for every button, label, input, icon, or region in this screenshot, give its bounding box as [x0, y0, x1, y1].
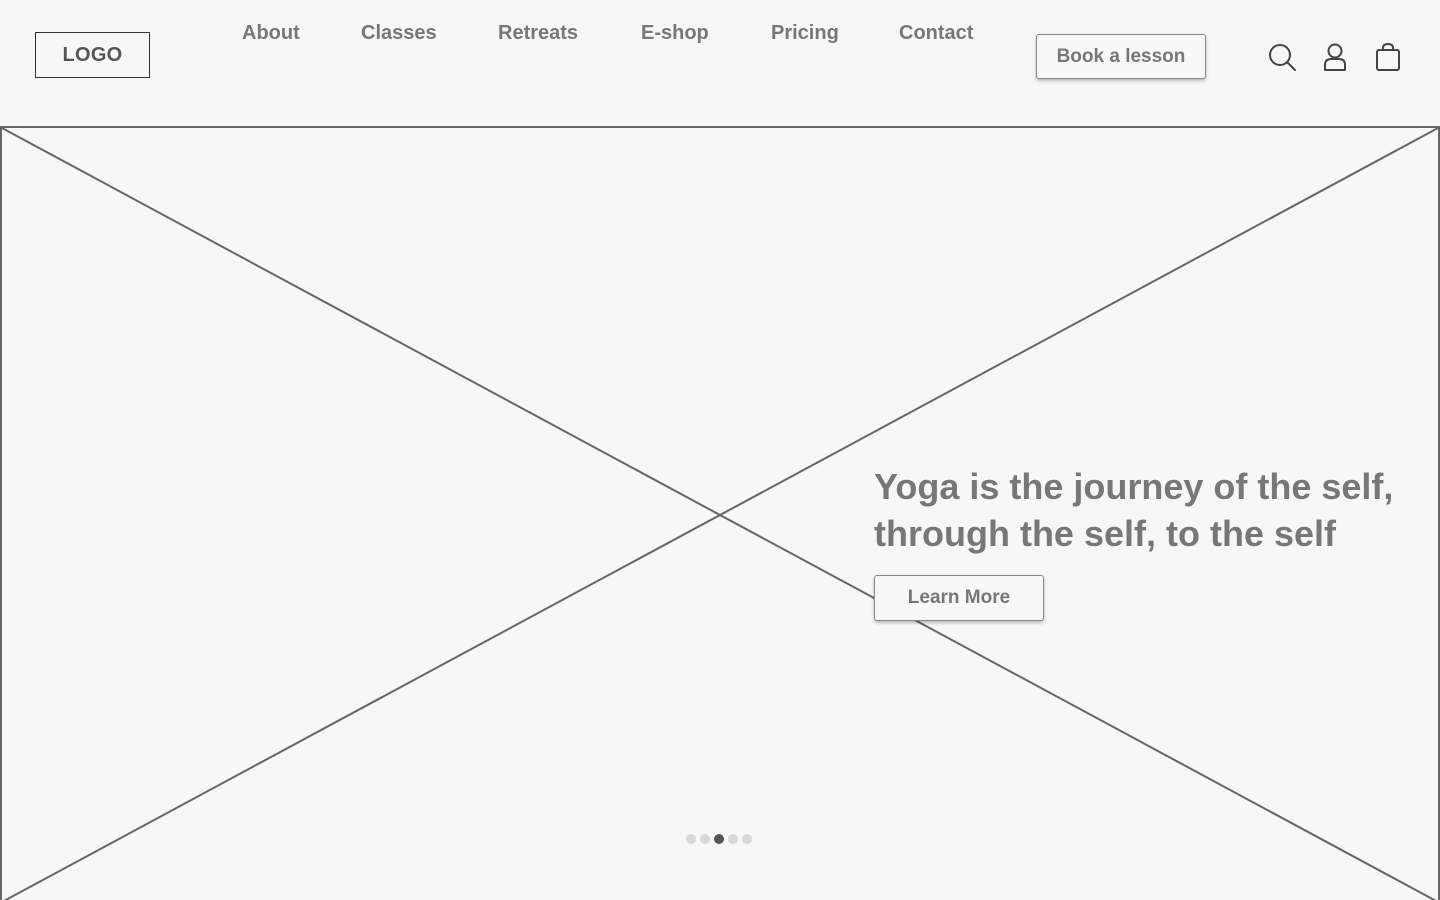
site-header: LOGO About Classes Retreats E-shop Prici…	[0, 0, 1440, 126]
carousel-dot-4[interactable]	[728, 834, 738, 844]
hero-heading-line-1: Yoga is the journey of the self,	[874, 466, 1394, 507]
user-icon[interactable]	[1319, 41, 1351, 73]
book-lesson-button[interactable]: Book a lesson	[1036, 34, 1206, 79]
nav-item-classes[interactable]: Classes	[361, 22, 437, 45]
learn-more-button[interactable]: Learn More	[874, 575, 1044, 621]
hero-heading: Yoga is the journey of the self, through…	[874, 463, 1414, 557]
shopping-bag-icon[interactable]	[1372, 41, 1404, 73]
nav-item-about[interactable]: About	[242, 22, 300, 45]
nav-item-contact[interactable]: Contact	[899, 22, 973, 45]
nav-item-pricing[interactable]: Pricing	[771, 22, 839, 45]
carousel-indicators	[686, 834, 752, 844]
carousel-dot-1[interactable]	[686, 834, 696, 844]
hero-banner: Yoga is the journey of the self, through…	[0, 126, 1440, 900]
carousel-dot-5[interactable]	[742, 834, 752, 844]
hero-heading-line-2: through the self, to the self	[874, 513, 1337, 554]
nav-item-eshop[interactable]: E-shop	[641, 22, 709, 45]
carousel-dot-2[interactable]	[700, 834, 710, 844]
carousel-dot-3[interactable]	[714, 834, 724, 844]
nav-item-retreats[interactable]: Retreats	[498, 22, 578, 45]
search-icon[interactable]	[1266, 41, 1298, 73]
logo[interactable]: LOGO	[35, 32, 150, 78]
